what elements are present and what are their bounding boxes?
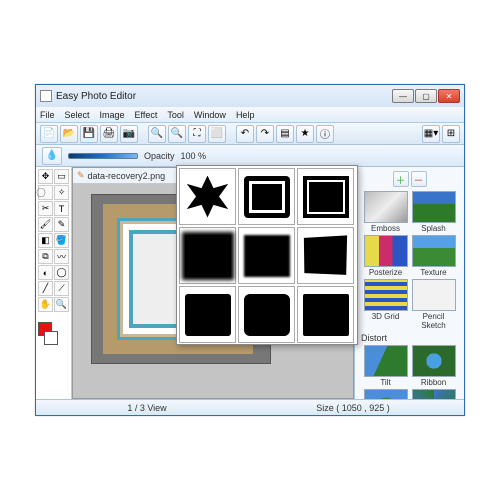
menu-select[interactable]: Select [65,110,90,120]
menu-effect[interactable]: Effect [135,110,158,120]
info-button[interactable]: ⓘ [316,125,334,143]
effect-item[interactable]: Splash [411,191,457,233]
window-title: Easy Photo Editor [56,91,136,102]
zoom-tool[interactable]: 🔍 [54,297,69,312]
frame-option[interactable] [179,227,236,284]
menu-help[interactable]: Help [236,110,255,120]
redo-button[interactable]: ↷ [256,125,274,143]
effect-thumb-icon [364,235,408,267]
layers-button[interactable]: ▤ [276,125,294,143]
smudge-tool[interactable]: 〰 [54,249,69,264]
tool-palette: ✥ ▭ ⃝ ✧ ✂ T 🖌 ✎ ◧ 🪣 ⧉ 〰 ◐ ◯ ╱ ⟋ ✋ 🔍 [36,167,72,399]
fit-button[interactable]: ⛶ [188,125,206,143]
effects-button[interactable]: ★ [296,125,314,143]
effect-thumb-icon [364,279,408,311]
effect-item[interactable]: Pencil Sketch [411,279,457,330]
gradient-tool[interactable]: ◐ [38,265,53,280]
marquee-tool[interactable]: ▭ [54,169,69,184]
effect-item[interactable]: Ribbon [411,345,457,387]
eyedrop-tool[interactable]: ⟋ [54,281,69,296]
effect-thumb-icon [412,279,456,311]
text-tool[interactable]: T [54,201,69,216]
frame-option[interactable] [297,168,354,225]
effect-thumb-icon [364,389,408,399]
effect-item[interactable]: Texture [411,235,457,277]
zoom-in-button[interactable]: 🔍 [148,125,166,143]
effects-grid-2: Tilt Ribbon Bulge Twist [357,345,462,399]
main-toolbar: 📄 📂 💾 🖨 📷 🔍 🔍 ⛶ ⬜ ↶ ↷ ▤ ★ ⓘ ▦▾ ⊞ [36,123,464,145]
frame-option[interactable] [238,168,295,225]
menu-image[interactable]: Image [100,110,125,120]
lasso-tool[interactable]: ⃝ [38,185,53,200]
effect-item[interactable]: Twist [411,389,457,399]
effect-thumb-icon [364,345,408,377]
effect-item[interactable]: 3D Grid [363,279,409,330]
pencil-tool[interactable]: ✎ [54,217,69,232]
print-button[interactable]: 🖨 [100,125,118,143]
effect-thumb-icon [412,345,456,377]
effect-thumb-icon [412,235,456,267]
status-view: 1 / 3 View [44,403,250,413]
tab-modified-icon: ✎ [77,170,85,181]
grid2-button[interactable]: ⊞ [442,125,460,143]
document-tab[interactable]: data-recovery2.png [88,171,166,181]
menu-file[interactable]: File [40,110,55,120]
background-swatch[interactable] [44,331,58,345]
effect-thumb-icon [412,191,456,223]
eraser-tool[interactable]: ◧ [38,233,53,248]
new-button[interactable]: 📄 [40,125,58,143]
effects-grid-1: Emboss Splash Posterize Texture 3D Grid … [357,191,462,330]
frames-popup [176,165,358,345]
frame-option[interactable] [238,227,295,284]
frame-option[interactable] [179,286,236,343]
effect-item[interactable]: Emboss [363,191,409,233]
titlebar: Easy Photo Editor — ▢ ✕ [36,85,464,107]
effect-thumb-icon [364,191,408,223]
shape-tool[interactable]: ◯ [54,265,69,280]
wand-tool[interactable]: ✧ [54,185,69,200]
effect-item[interactable]: Bulge [363,389,409,399]
zoom-out-button[interactable]: 🔍 [168,125,186,143]
frame-option[interactable] [297,227,354,284]
maximize-button[interactable]: ▢ [415,89,437,103]
undo-button[interactable]: ↶ [236,125,254,143]
brush-tool[interactable]: 🖌 [38,217,53,232]
app-window: Easy Photo Editor — ▢ ✕ File Select Imag… [35,84,465,416]
clone-tool[interactable]: ⧉ [38,249,53,264]
menu-tool[interactable]: Tool [167,110,184,120]
frame-option[interactable] [297,286,354,343]
crop-tool[interactable]: ✂ [38,201,53,216]
actual-button[interactable]: ⬜ [208,125,226,143]
statusbar: 1 / 3 View Size ( 1050 , 925 ) [36,399,464,415]
line-tool[interactable]: ╱ [38,281,53,296]
options-bar: 💧 Opacity 100 % [36,145,464,167]
minimize-button[interactable]: — [392,89,414,103]
hand-tool[interactable]: ✋ [38,297,53,312]
add-effect-button[interactable]: ＋ [393,171,409,187]
frame-dropdown[interactable]: ▦▾ [422,125,440,143]
opacity-value: 100 % [181,151,207,161]
remove-effect-button[interactable]: － [411,171,427,187]
opacity-slider[interactable] [68,153,138,159]
effect-item[interactable]: Tilt [363,345,409,387]
close-button[interactable]: ✕ [438,89,460,103]
app-icon [40,90,52,102]
opacity-label: Opacity [144,151,175,161]
frame-option[interactable] [238,286,295,343]
scan-button[interactable]: 📷 [120,125,138,143]
open-button[interactable]: 📂 [60,125,78,143]
effects-panel: ＋ － Emboss Splash Posterize Texture 3D G… [354,167,464,399]
select-tool[interactable]: ✥ [38,169,53,184]
effect-thumb-icon [412,389,456,399]
dropper-tool[interactable]: 💧 [42,147,62,165]
menu-window[interactable]: Window [194,110,226,120]
status-size: Size ( 1050 , 925 ) [250,403,456,413]
save-button[interactable]: 💾 [80,125,98,143]
frame-option[interactable] [179,168,236,225]
effects-section-label: Distort [361,333,462,343]
menubar: File Select Image Effect Tool Window Hel… [36,107,464,123]
fill-tool[interactable]: 🪣 [54,233,69,248]
effect-item[interactable]: Posterize [363,235,409,277]
